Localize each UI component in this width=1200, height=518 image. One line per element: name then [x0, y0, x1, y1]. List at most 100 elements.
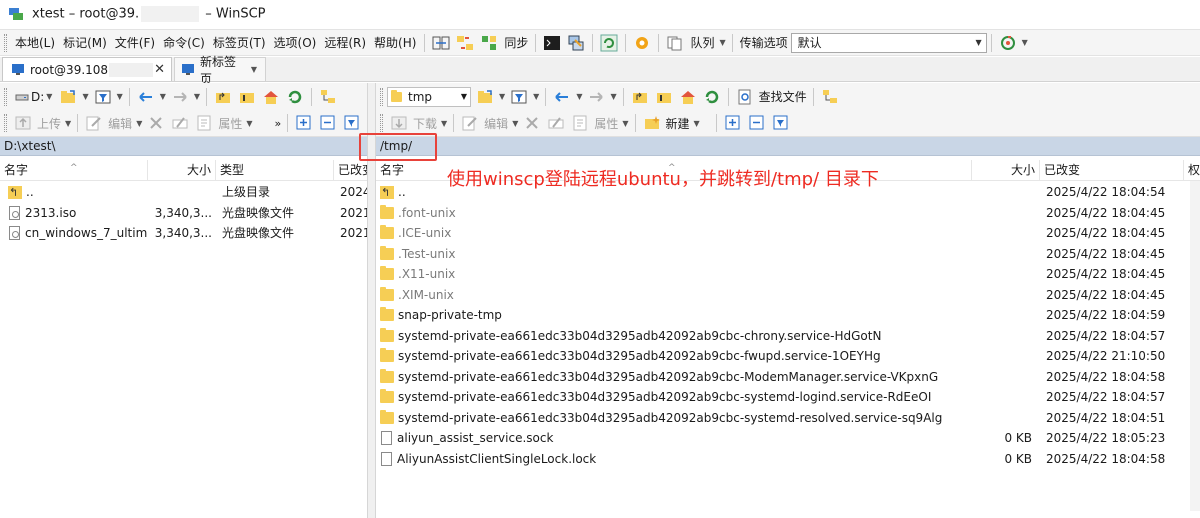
- upload-button[interactable]: 上传: [37, 115, 61, 132]
- expand-plus-icon[interactable]: [724, 114, 742, 132]
- terminal-icon[interactable]: [543, 34, 561, 52]
- home-icon[interactable]: [262, 88, 280, 106]
- table-row[interactable]: aliyun_assist_service.sock 0 KB 2025/4/22 …: [376, 428, 1200, 449]
- open-folder-icon[interactable]: [59, 88, 77, 106]
- menu-file[interactable]: 文件(F): [111, 31, 159, 55]
- edit-button[interactable]: 编辑: [484, 115, 508, 132]
- open-folder-icon[interactable]: [476, 88, 494, 106]
- parent-dir-icon[interactable]: [214, 88, 232, 106]
- menu-local[interactable]: 本地(L): [11, 31, 59, 55]
- select-filter-icon[interactable]: [343, 114, 361, 132]
- toolbar-grip[interactable]: [380, 87, 383, 106]
- new-button[interactable]: 新建: [666, 115, 690, 132]
- remote-col-changed[interactable]: 已改变: [1040, 160, 1184, 181]
- compare-dirs-icon[interactable]: [432, 34, 450, 52]
- table-row[interactable]: .. 上级目录 2024: [0, 182, 367, 203]
- edit-icon[interactable]: [461, 114, 479, 132]
- properties-button[interactable]: 属性: [218, 115, 242, 132]
- menu-options[interactable]: 选项(O): [270, 31, 321, 55]
- chevron-down-icon[interactable]: ▼: [499, 92, 505, 101]
- menu-command[interactable]: 命令(C): [159, 31, 209, 55]
- menu-tabs[interactable]: 标签页(T): [209, 31, 270, 55]
- chevron-down-icon[interactable]: ▼: [694, 119, 700, 128]
- filter-icon[interactable]: [94, 88, 112, 106]
- tree-view-icon[interactable]: [319, 88, 337, 106]
- chevron-down-icon[interactable]: ▼: [117, 92, 123, 101]
- properties-icon[interactable]: [571, 114, 589, 132]
- local-col-name[interactable]: 名字 ^: [0, 160, 148, 181]
- new-folder-icon[interactable]: [643, 114, 661, 132]
- table-row[interactable]: systemd-private-ea661edc33b04d3295adb420…: [376, 367, 1200, 388]
- filter-icon[interactable]: [510, 88, 528, 106]
- preferences-gear-icon[interactable]: [633, 34, 651, 52]
- back-arrow-icon[interactable]: [553, 88, 571, 106]
- expand-plus-icon[interactable]: [295, 114, 313, 132]
- sync-label[interactable]: 同步: [504, 34, 528, 51]
- table-row[interactable]: .X11-unix2025/4/22 18:04:45r: [376, 264, 1200, 285]
- local-col-size[interactable]: 大小: [148, 160, 216, 181]
- chevron-down-icon[interactable]: ▼: [533, 92, 539, 101]
- chevron-down-icon[interactable]: ▼: [441, 119, 447, 128]
- putty-icon[interactable]: [567, 34, 585, 52]
- table-row[interactable]: cn_windows_7_ultim... 3,340,3... 光盘映像文件 202…: [0, 223, 367, 244]
- chevron-down-icon[interactable]: ▼: [160, 92, 166, 101]
- chevron-down-icon[interactable]: ▼: [610, 92, 616, 101]
- table-row[interactable]: systemd-private-ea661edc33b04d3295adb420…: [376, 346, 1200, 367]
- local-col-changed[interactable]: 已改变: [334, 160, 367, 181]
- collapse-minus-icon[interactable]: [319, 114, 337, 132]
- remote-col-size[interactable]: 大小: [972, 160, 1040, 181]
- chevron-down-icon[interactable]: ▼: [46, 92, 52, 101]
- properties-icon[interactable]: [195, 114, 213, 132]
- table-row[interactable]: systemd-private-ea661edc33b04d3295adb420…: [376, 408, 1200, 429]
- find-files-button[interactable]: 查找文件: [759, 88, 807, 105]
- table-row[interactable]: .ICE-unix2025/4/22 18:04:45r: [376, 223, 1200, 244]
- table-row[interactable]: .XIM-unix2025/4/22 18:04:45r: [376, 285, 1200, 306]
- close-tab-icon[interactable]: ✕: [154, 62, 165, 77]
- tab-new[interactable]: 新标签页 ▼: [174, 55, 266, 86]
- upload-icon[interactable]: [14, 114, 32, 132]
- queue-label[interactable]: 队列: [690, 34, 714, 51]
- chevron-down-icon[interactable]: ▼: [194, 92, 200, 101]
- delete-icon[interactable]: [523, 114, 541, 132]
- forward-arrow-icon[interactable]: [587, 88, 605, 106]
- chevron-down-icon[interactable]: ▼: [246, 119, 252, 128]
- delete-icon[interactable]: [147, 114, 165, 132]
- reconnect-icon[interactable]: [999, 34, 1017, 52]
- toolbar-grip[interactable]: [4, 114, 7, 132]
- edit-icon[interactable]: [85, 114, 103, 132]
- menu-remote[interactable]: 远程(R): [320, 31, 370, 55]
- download-icon[interactable]: [390, 114, 408, 132]
- chevron-down-icon[interactable]: ▼: [82, 92, 88, 101]
- chevron-down-icon[interactable]: ▼: [136, 119, 142, 128]
- rename-icon[interactable]: [171, 114, 189, 132]
- transfer-settings-select[interactable]: 默认 ▼: [790, 32, 987, 53]
- menu-mark[interactable]: 标记(M): [59, 31, 111, 55]
- local-path-bar[interactable]: D:\xtest\: [0, 137, 367, 156]
- forward-arrow-icon[interactable]: [171, 88, 189, 106]
- chevron-down-icon[interactable]: ▼: [65, 119, 71, 128]
- table-row[interactable]: .Test-unix2025/4/22 18:04:45r: [376, 244, 1200, 265]
- toolbar-grip[interactable]: [380, 114, 383, 132]
- root-dir-icon[interactable]: [655, 88, 673, 106]
- chevron-down-icon[interactable]: ▼: [458, 92, 470, 101]
- find-files-icon[interactable]: [736, 88, 754, 106]
- rename-icon[interactable]: [547, 114, 565, 132]
- refresh-icon[interactable]: [286, 88, 304, 106]
- download-button[interactable]: 下载: [413, 115, 437, 132]
- remote-path-bar[interactable]: /tmp/: [376, 137, 1200, 156]
- chevron-down-icon[interactable]: ▼: [576, 92, 582, 101]
- refresh-icon[interactable]: [703, 88, 721, 106]
- menu-help[interactable]: 帮助(H): [370, 31, 420, 55]
- collapse-minus-icon[interactable]: [748, 114, 766, 132]
- local-col-type[interactable]: 类型: [216, 160, 334, 181]
- remote-vertical-scrollbar[interactable]: [1190, 181, 1200, 511]
- table-row[interactable]: 2313.iso 3,340,3... 光盘映像文件 2021: [0, 203, 367, 224]
- edit-button[interactable]: 编辑: [108, 115, 132, 132]
- tab-session[interactable]: root@39.108 ✕: [2, 57, 172, 81]
- chevron-down-icon[interactable]: ▼: [512, 119, 518, 128]
- toolbar-grip[interactable]: [4, 87, 7, 106]
- root-dir-icon[interactable]: [238, 88, 256, 106]
- chevron-down-icon[interactable]: ▼: [251, 65, 257, 74]
- refresh-icon[interactable]: [600, 34, 618, 52]
- remote-dir-select[interactable]: tmp ▼: [387, 86, 471, 107]
